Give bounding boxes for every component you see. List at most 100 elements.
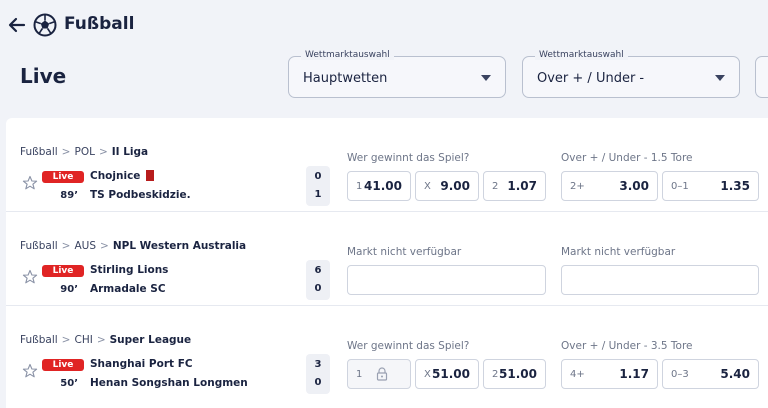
breadcrumb-sport[interactable]: Fußball — [20, 146, 58, 158]
match-row[interactable]: Fußball > CHI > Super League Live 50’ Shangh… — [6, 306, 768, 400]
market-label: Markt nicht verfügbar — [347, 246, 462, 258]
breadcrumb: Fußball > CHI > Super League — [20, 334, 191, 346]
away-score: 1 — [314, 189, 322, 200]
odds-key: 1 — [356, 181, 363, 192]
caret-down-icon — [715, 75, 725, 81]
away-team: Armadale SC — [90, 283, 166, 295]
odds-value: 51.00 — [499, 367, 537, 381]
score-box: 3 0 — [306, 354, 330, 394]
market-select-2[interactable]: Wettmarktauswahl Over + / Under - — [522, 50, 740, 98]
odds-value: 51.00 — [432, 367, 470, 381]
live-badge: Live — [42, 265, 84, 277]
match-row[interactable]: Fußball > AUS > NPL Western Australia Live 9… — [6, 212, 768, 306]
odds-button[interactable]: 2 51.00 — [483, 359, 546, 389]
star-icon[interactable] — [22, 363, 38, 379]
odds-value: 1.35 — [720, 179, 750, 193]
odds-button[interactable]: 1 41.00 — [347, 171, 411, 201]
market-label: Wer gewinnt das Spiel? — [347, 340, 470, 352]
breadcrumb-country[interactable]: POL — [74, 146, 94, 158]
match-row[interactable]: Fußball > POL > II Liga Live 89’ Chojnice TS… — [6, 118, 768, 212]
odds-value: 1.17 — [619, 367, 649, 381]
chevron-right-icon: > — [100, 240, 109, 252]
breadcrumb-sport[interactable]: Fußball — [20, 240, 58, 252]
caret-down-icon — [481, 75, 491, 81]
chevron-right-icon: > — [61, 334, 71, 346]
match-minute: 90’ — [60, 284, 78, 295]
away-score: 0 — [314, 283, 322, 294]
odds-value: 1.07 — [507, 179, 537, 193]
breadcrumb-league[interactable]: NPL Western Australia — [113, 240, 246, 252]
odds-key: X — [424, 369, 431, 380]
odds-button[interactable]: 0–1 1.35 — [662, 171, 759, 201]
home-score: 3 — [314, 359, 322, 370]
home-score: 6 — [314, 265, 322, 276]
odds-value: 9.00 — [440, 179, 470, 193]
lock-icon — [376, 367, 388, 381]
select-legend: Wettmarktauswahl — [301, 50, 394, 60]
match-minute: 50’ — [60, 378, 78, 389]
away-team: TS Podbeskidzie. — [90, 189, 191, 201]
market-label: Over + / Under - 3.5 Tore — [561, 340, 693, 352]
arrow-left-icon[interactable] — [6, 14, 28, 36]
odds-key: 2 — [492, 369, 499, 380]
odds-value: 5.40 — [720, 367, 750, 381]
star-icon[interactable] — [22, 269, 38, 285]
unavailable-market-box — [347, 265, 546, 295]
football-icon — [33, 13, 57, 37]
top-bar: Fußball — [0, 0, 768, 52]
odds-key: 4+ — [570, 369, 585, 380]
odds-key: 1 — [356, 369, 363, 380]
score-box: 6 0 — [306, 260, 330, 300]
breadcrumb-sport[interactable]: Fußball — [20, 334, 58, 346]
market-label: Over + / Under - 1.5 Tore — [561, 152, 693, 164]
away-team: Henan Songshan Longmen — [90, 377, 248, 389]
chevron-right-icon: > — [96, 334, 106, 346]
sport-title: Fußball — [64, 14, 135, 34]
odds-button-locked: 1 — [347, 359, 411, 389]
odds-key: 2+ — [570, 181, 585, 192]
score-box: 0 1 — [306, 166, 330, 206]
red-card-icon — [146, 170, 155, 181]
page-title: Live — [20, 64, 67, 88]
breadcrumb-league[interactable]: Super League — [110, 334, 192, 346]
breadcrumb-league[interactable]: II Liga — [112, 146, 148, 158]
match-minute: 89’ — [60, 190, 78, 201]
market-select-3[interactable] — [755, 56, 768, 98]
chevron-right-icon: > — [61, 146, 71, 158]
match-list: Fußball > POL > II Liga Live 89’ Chojnice TS… — [6, 118, 768, 408]
home-team: Shanghai Port FC — [90, 358, 193, 370]
odds-value: 3.00 — [619, 179, 649, 193]
home-team: Chojnice — [90, 170, 155, 182]
live-badge: Live — [42, 171, 84, 183]
odds-key: 2 — [492, 181, 499, 192]
odds-key: X — [424, 181, 431, 192]
breadcrumb-country[interactable]: CHI — [74, 334, 92, 346]
odds-key: 0–1 — [671, 181, 689, 192]
odds-value: 41.00 — [364, 179, 402, 193]
home-team: Stirling Lions — [90, 264, 169, 276]
unavailable-market-box — [561, 265, 759, 295]
away-score: 0 — [314, 377, 322, 388]
odds-button[interactable]: 4+ 1.17 — [561, 359, 658, 389]
market-label: Wer gewinnt das Spiel? — [347, 152, 470, 164]
chevron-right-icon: > — [61, 240, 71, 252]
select-legend: Wettmarktauswahl — [535, 50, 628, 60]
odds-button[interactable]: 2+ 3.00 — [561, 171, 658, 201]
market-label: Markt nicht verfügbar — [561, 246, 676, 258]
chevron-right-icon: > — [98, 146, 108, 158]
market-select-1[interactable]: Wettmarktauswahl Hauptwetten — [288, 50, 506, 98]
breadcrumb: Fußball > AUS > NPL Western Australia — [20, 240, 246, 252]
live-badge: Live — [42, 359, 84, 371]
odds-button[interactable]: X 51.00 — [415, 359, 479, 389]
breadcrumb-country[interactable]: AUS — [74, 240, 96, 252]
select-value: Hauptwetten — [303, 71, 388, 86]
home-score: 0 — [314, 171, 322, 182]
odds-key: 0–3 — [671, 369, 689, 380]
odds-button[interactable]: X 9.00 — [415, 171, 479, 201]
select-value: Over + / Under - — [537, 71, 645, 86]
star-icon[interactable] — [22, 175, 38, 191]
breadcrumb: Fußball > POL > II Liga — [20, 146, 148, 158]
odds-button[interactable]: 2 1.07 — [483, 171, 546, 201]
odds-button[interactable]: 0–3 5.40 — [662, 359, 759, 389]
home-team-name: Chojnice — [90, 170, 141, 182]
